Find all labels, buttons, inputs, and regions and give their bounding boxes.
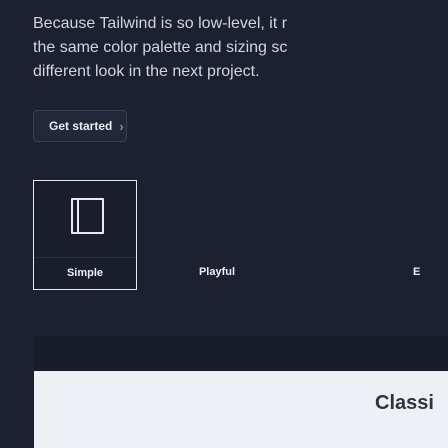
intro-line: Because Tailwind is so low-level, it r <box>33 15 288 32</box>
style-option-label: Simple <box>66 267 104 279</box>
preview-title: Classi <box>375 392 434 414</box>
style-option-label: Playful <box>198 266 236 278</box>
chevron-right-icon: › <box>119 118 124 134</box>
intro-line: different look in the next project. <box>33 63 260 80</box>
get-started-button[interactable]: Get started › <box>33 110 127 142</box>
page: Because Tailwind is so low-level, it r t… <box>0 0 448 448</box>
classic-preview-panel: Classi <box>34 336 448 448</box>
get-started-label: Get started <box>49 119 113 133</box>
simple-preview <box>34 181 136 257</box>
card-divider <box>34 257 136 258</box>
intro-text: Because Tailwind is so low-level, it r t… <box>33 12 448 84</box>
style-option-elegant[interactable]: E <box>373 180 448 290</box>
intro-line: the same color palette and sizing sc <box>33 39 288 56</box>
book-icon <box>71 198 104 234</box>
preview-top-bar <box>34 336 448 371</box>
style-option-label: E <box>413 266 421 278</box>
style-option-simple[interactable]: Simple <box>33 180 137 290</box>
style-option-playful[interactable]: Playful <box>165 180 269 290</box>
